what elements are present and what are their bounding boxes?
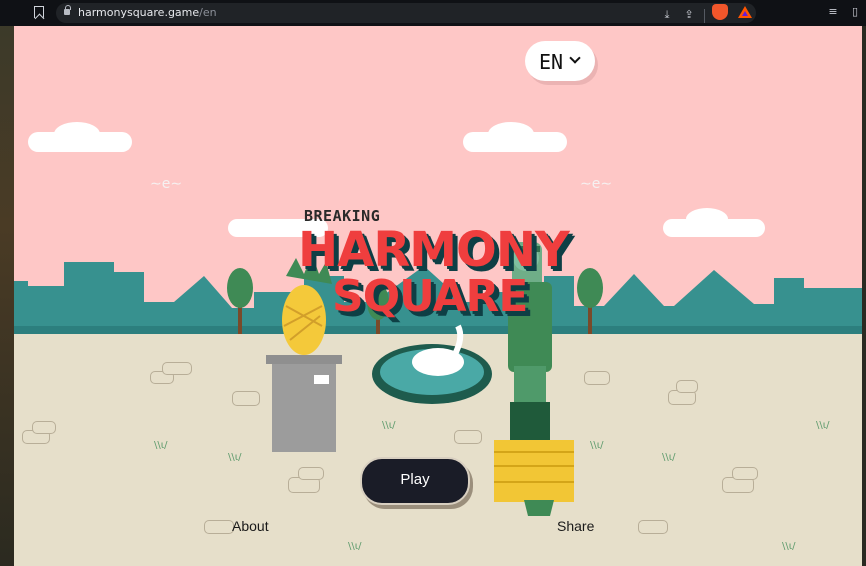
download-icon[interactable]: ⤓ <box>660 8 674 22</box>
lock-icon[interactable] <box>64 5 71 15</box>
language-selector[interactable]: EN <box>525 41 595 81</box>
play-button[interactable]: Play <box>360 457 470 505</box>
language-label: EN <box>539 50 564 74</box>
share-link[interactable]: Share <box>557 518 594 534</box>
title-square: SQUARE <box>332 271 528 322</box>
url-path: /en <box>199 6 217 19</box>
play-label: Play <box>400 471 430 488</box>
reading-list-icon[interactable]: ≡ <box>826 5 840 19</box>
chevron-down-icon <box>569 52 581 64</box>
background-edge <box>0 0 14 566</box>
url-text[interactable]: harmonysquare.game/en <box>78 6 217 19</box>
bookmark-icon[interactable] <box>34 6 44 18</box>
background-edge-right <box>862 26 866 566</box>
game-landing: ∼e∼ ∼e∼ \\ι/ \\ι/ \\ι/ \\ι/ \\ι/ \\ι/ \\… <box>14 26 862 566</box>
bat-rewards-icon[interactable] <box>738 6 752 18</box>
brave-shield-icon[interactable] <box>712 4 728 20</box>
share-icon[interactable]: ⇪ <box>682 8 696 22</box>
address-bar[interactable]: harmonysquare.game/en ⤓ ⇪ <box>56 3 756 23</box>
about-link[interactable]: About <box>232 518 269 534</box>
sidebar-icon[interactable]: ▯ <box>848 5 862 19</box>
title-harmony: HARMONY <box>298 222 570 278</box>
url-host: harmonysquare.game <box>78 6 200 19</box>
browser-toolbar: harmonysquare.game/en ⤓ ⇪ ≡ ▯ <box>0 0 866 26</box>
toolbar-separator <box>704 9 705 23</box>
